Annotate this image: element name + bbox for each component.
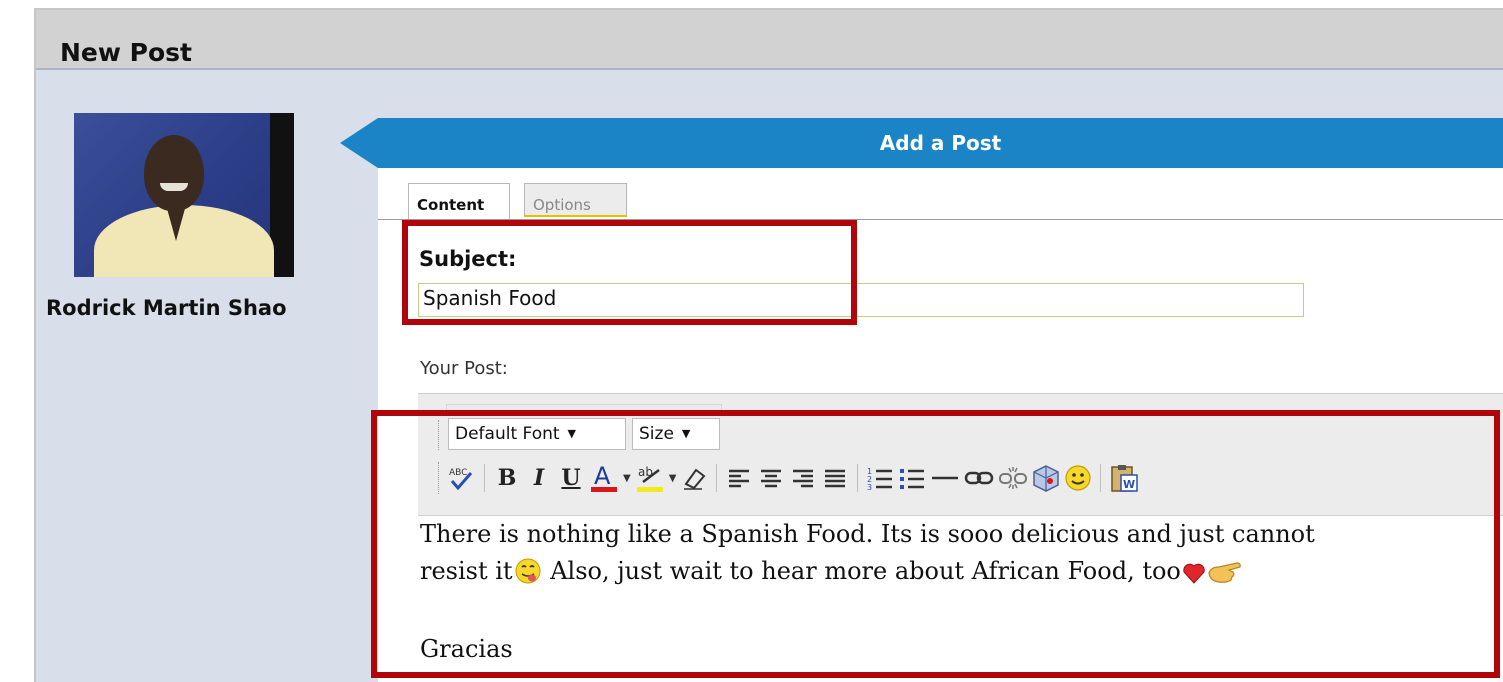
chevron-down-icon[interactable]: ▼	[623, 473, 631, 484]
tab-options[interactable]: Options	[524, 183, 627, 217]
add-post-title: Add a Post	[879, 131, 1002, 155]
page-top-strip	[0, 0, 1503, 8]
post-text: Also, just wait to hear more about Afric…	[542, 557, 1181, 585]
header-arrow	[340, 118, 378, 168]
align-center-icon[interactable]	[757, 462, 785, 494]
chevron-down-icon[interactable]: ▼	[669, 473, 677, 484]
your-post-label: Your Post:	[420, 358, 508, 379]
tab-content-label: Content	[417, 196, 485, 214]
author-avatar	[74, 113, 294, 277]
justify-icon[interactable]	[821, 462, 849, 494]
font-select-value: Default Font	[455, 424, 560, 444]
subject-input[interactable]: Spanish Food	[418, 283, 1304, 317]
unlink-icon[interactable]	[998, 462, 1028, 494]
svg-text:3: 3	[867, 483, 872, 491]
chevron-down-icon: ▼	[567, 427, 577, 440]
toolbar-ghost-frame	[446, 404, 722, 416]
tab-divider	[378, 219, 1503, 220]
font-family-select[interactable]: Default Font ▼	[448, 418, 626, 450]
post-text: resist it	[420, 557, 513, 585]
svg-text:ABC: ABC	[449, 468, 467, 478]
author-name[interactable]: Rodrick Martin Shao	[46, 296, 287, 320]
underline-icon[interactable]: U	[557, 462, 585, 494]
tab-options-label: Options	[533, 196, 591, 214]
spellcheck-icon[interactable]: ABC	[446, 462, 476, 494]
font-size-select[interactable]: Size ▼	[632, 418, 720, 450]
window-title: New Post	[60, 38, 193, 67]
chevron-down-icon: ▼	[681, 427, 691, 440]
toolbar-grip[interactable]	[438, 420, 441, 450]
post-line-2: resist it Also, just wait to hear more a…	[420, 557, 1243, 591]
window-titlebar: New Post	[36, 10, 1503, 70]
svg-text:W: W	[1123, 478, 1135, 491]
pointing-hand-icon	[1207, 559, 1243, 591]
ordered-list-icon[interactable]: 123	[866, 462, 894, 494]
unordered-list-icon[interactable]	[898, 462, 926, 494]
toolbar-grip[interactable]	[438, 462, 441, 494]
media-icon[interactable]	[1032, 462, 1060, 494]
formatting-toolbar: ABC B I U A ▼ ab ▼ 123 W	[444, 460, 1141, 496]
heart-icon	[1181, 561, 1207, 591]
bold-icon[interactable]: B	[493, 462, 521, 494]
subject-label: Subject:	[419, 247, 517, 271]
align-left-icon[interactable]	[725, 462, 753, 494]
post-body-editor[interactable]: There is nothing like a Spanish Food. It…	[418, 515, 1503, 682]
svg-text:A: A	[594, 462, 611, 490]
link-icon[interactable]	[964, 462, 994, 494]
font-color-icon[interactable]: A	[589, 462, 619, 494]
horizontal-rule-icon[interactable]	[930, 462, 960, 494]
post-line-signoff: Gracias	[420, 635, 513, 663]
smiley-icon[interactable]	[1064, 462, 1092, 494]
post-line-1: There is nothing like a Spanish Food. It…	[420, 520, 1315, 548]
italic-icon[interactable]: I	[525, 462, 553, 494]
tab-content[interactable]: Content	[408, 183, 510, 219]
highlight-icon[interactable]: ab	[635, 462, 665, 494]
align-right-icon[interactable]	[789, 462, 817, 494]
eraser-icon[interactable]	[680, 462, 708, 494]
tongue-emoji-icon	[513, 557, 543, 591]
paste-word-icon[interactable]: W	[1109, 462, 1139, 494]
size-select-value: Size	[639, 424, 674, 444]
